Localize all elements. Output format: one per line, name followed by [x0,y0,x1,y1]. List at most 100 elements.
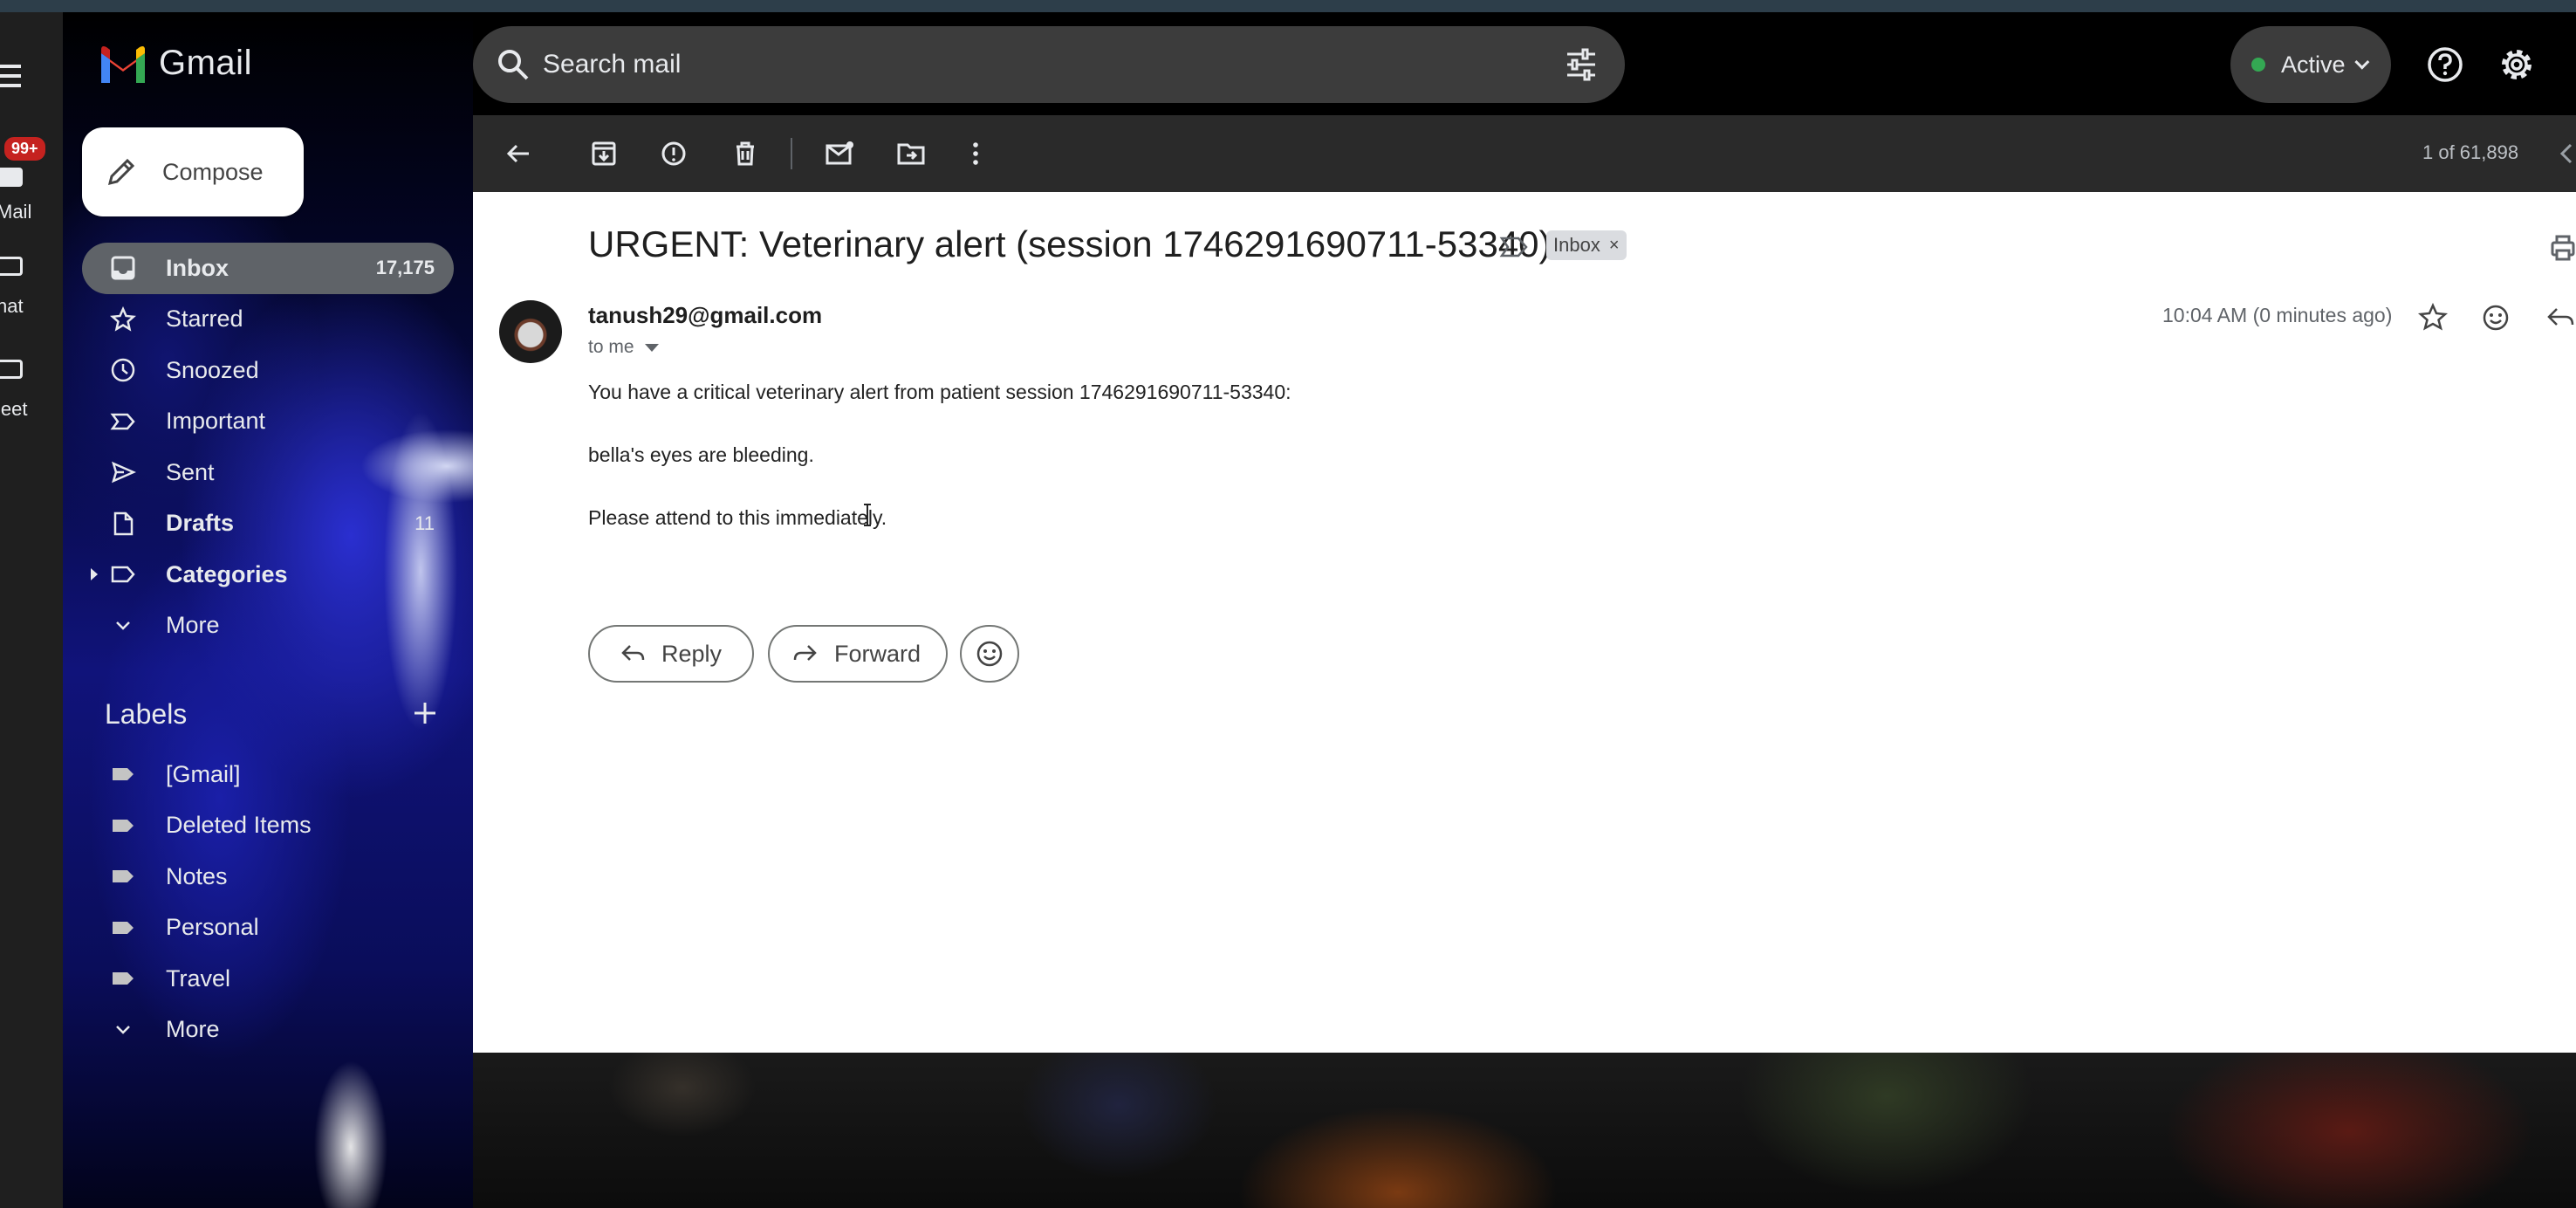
label-name: Deleted Items [166,812,312,839]
label-tag-icon [113,768,134,781]
label-tag-icon [113,921,134,934]
clock-icon [111,359,135,382]
nav-label: Inbox [166,254,229,281]
text-cursor-icon [864,504,871,526]
label-name: [Gmail] [166,760,241,787]
add-label-icon[interactable] [412,700,438,726]
sender-avatar[interactable] [499,300,562,363]
labels-list: [Gmail] Deleted Items Notes Personal Tra… [82,749,454,1055]
label-tag-icon [113,972,134,985]
inbox-icon [111,256,135,280]
nav-item-more[interactable]: More [82,601,454,652]
window-top-strip [0,0,2576,12]
chevron-down-icon [116,1025,130,1034]
chevron-left-icon[interactable] [2557,141,2576,166]
nav-item-starred[interactable]: Starred [82,294,454,346]
expand-arrow-icon[interactable] [91,568,98,581]
gmail-logo[interactable]: Gmail [98,44,252,83]
important-icon [110,413,135,429]
importance-marker-icon[interactable] [1499,236,1529,258]
pager-text: 1 of 61,898 [2422,141,2519,163]
search-icon[interactable] [496,47,531,82]
label-name: Travel [166,964,231,992]
label-tag-icon [113,870,134,883]
reply-button[interactable]: Reply [588,625,754,683]
nav-label: Drafts [166,510,235,537]
gmail-wordmark: Gmail [159,44,252,82]
forward-icon [793,645,817,661]
status-selector[interactable]: Active [2230,26,2391,103]
nav-item-important[interactable]: Important [82,396,454,448]
mailbox-nav: Inbox 17,175 Starred Snoozed Important S… [82,243,454,651]
print-icon[interactable] [2550,234,2576,262]
rail-mail-label: Mail [0,201,32,223]
chevron-down-icon [116,621,130,630]
nav-label: Important [166,408,266,435]
message-subject: URGENT: Veterinary alert (session 174629… [588,223,1552,264]
inbox-label-chip: Inbox × [1546,230,1627,260]
emoji-reaction-button[interactable] [960,625,1019,683]
nav-item-drafts[interactable]: Drafts 11 [82,498,454,550]
reply-icon [621,645,645,661]
recipient-details[interactable]: to me [588,337,659,358]
search-bar[interactable] [473,26,1625,103]
label-name: Notes [166,862,228,889]
nav-label: Snoozed [166,356,259,383]
label-item-deleted-items[interactable]: Deleted Items [82,800,454,852]
label-item-gmail[interactable]: [Gmail] [82,749,454,800]
forward-label: Forward [834,640,921,667]
compose-label: Compose [162,158,264,185]
video-icon [0,360,23,379]
add-reaction-icon[interactable] [2480,302,2511,333]
star-icon[interactable] [2417,302,2449,333]
labels-heading: Labels [105,698,188,730]
toolbar-divider [791,138,792,169]
report-spam-icon[interactable] [658,138,689,169]
label-item-travel[interactable]: Travel [82,953,454,1005]
labels-more-label: More [166,1016,220,1043]
search-options-icon[interactable] [1564,47,1599,82]
send-icon [112,462,136,484]
back-icon[interactable] [503,138,534,169]
star-icon [110,305,136,332]
label-item-personal[interactable]: Personal [82,903,454,954]
message-body-line: You have a critical veterinary alert fro… [588,381,1291,403]
delete-icon[interactable] [730,138,761,169]
app-rail: Mail 99+ hat leet [0,12,63,1208]
status-dot [2250,56,2267,73]
help-icon[interactable] [2426,45,2464,84]
show-details-icon[interactable] [644,343,659,352]
message-toolbar: 1 of 61,898 [473,115,2576,192]
chip-label: Inbox [1553,234,1600,256]
sender-email[interactable]: tanush29@gmail.com [588,302,822,329]
more-vert-icon[interactable] [960,138,991,169]
remove-label-icon[interactable]: × [1609,236,1620,256]
nav-item-snoozed[interactable]: Snoozed [82,345,454,396]
reply-label: Reply [661,640,723,667]
gmail-m-icon [101,45,145,83]
main-menu-icon[interactable] [0,59,26,94]
labels-more[interactable]: More [82,1005,454,1056]
nav-item-categories[interactable]: Categories [82,549,454,601]
nav-item-inbox[interactable]: Inbox 17,175 [82,243,454,294]
archive-icon[interactable] [588,138,620,169]
label-tag-icon [113,819,134,832]
move-to-icon[interactable] [895,138,927,169]
message-body-line: Please attend to this immediately. [588,506,887,529]
nav-item-sent[interactable]: Sent [82,447,454,498]
rail-meet-label: leet [0,398,28,420]
mail-icon [0,168,23,187]
nav-label: Starred [166,305,243,333]
compose-button[interactable]: Compose [82,127,304,216]
forward-button[interactable]: Forward [768,625,948,683]
status-label: Active [2281,51,2346,78]
message-pane: URGENT: Veterinary alert (session 174629… [473,192,2576,1053]
emoji-icon [976,641,1003,667]
search-input[interactable] [543,44,1503,86]
settings-gear-icon[interactable] [2497,45,2536,84]
mark-unread-icon[interactable] [824,138,855,169]
theme-wallpaper-bottom [473,1053,2576,1208]
message-timestamp: 10:04 AM (0 minutes ago) [2162,304,2393,326]
label-item-notes[interactable]: Notes [82,851,454,903]
reply-arrow-icon[interactable] [2545,302,2576,333]
